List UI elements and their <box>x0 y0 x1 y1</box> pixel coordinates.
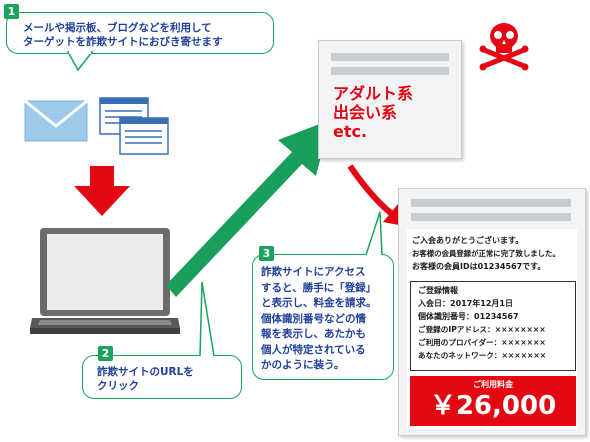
step-3-callout-tail <box>365 211 383 257</box>
